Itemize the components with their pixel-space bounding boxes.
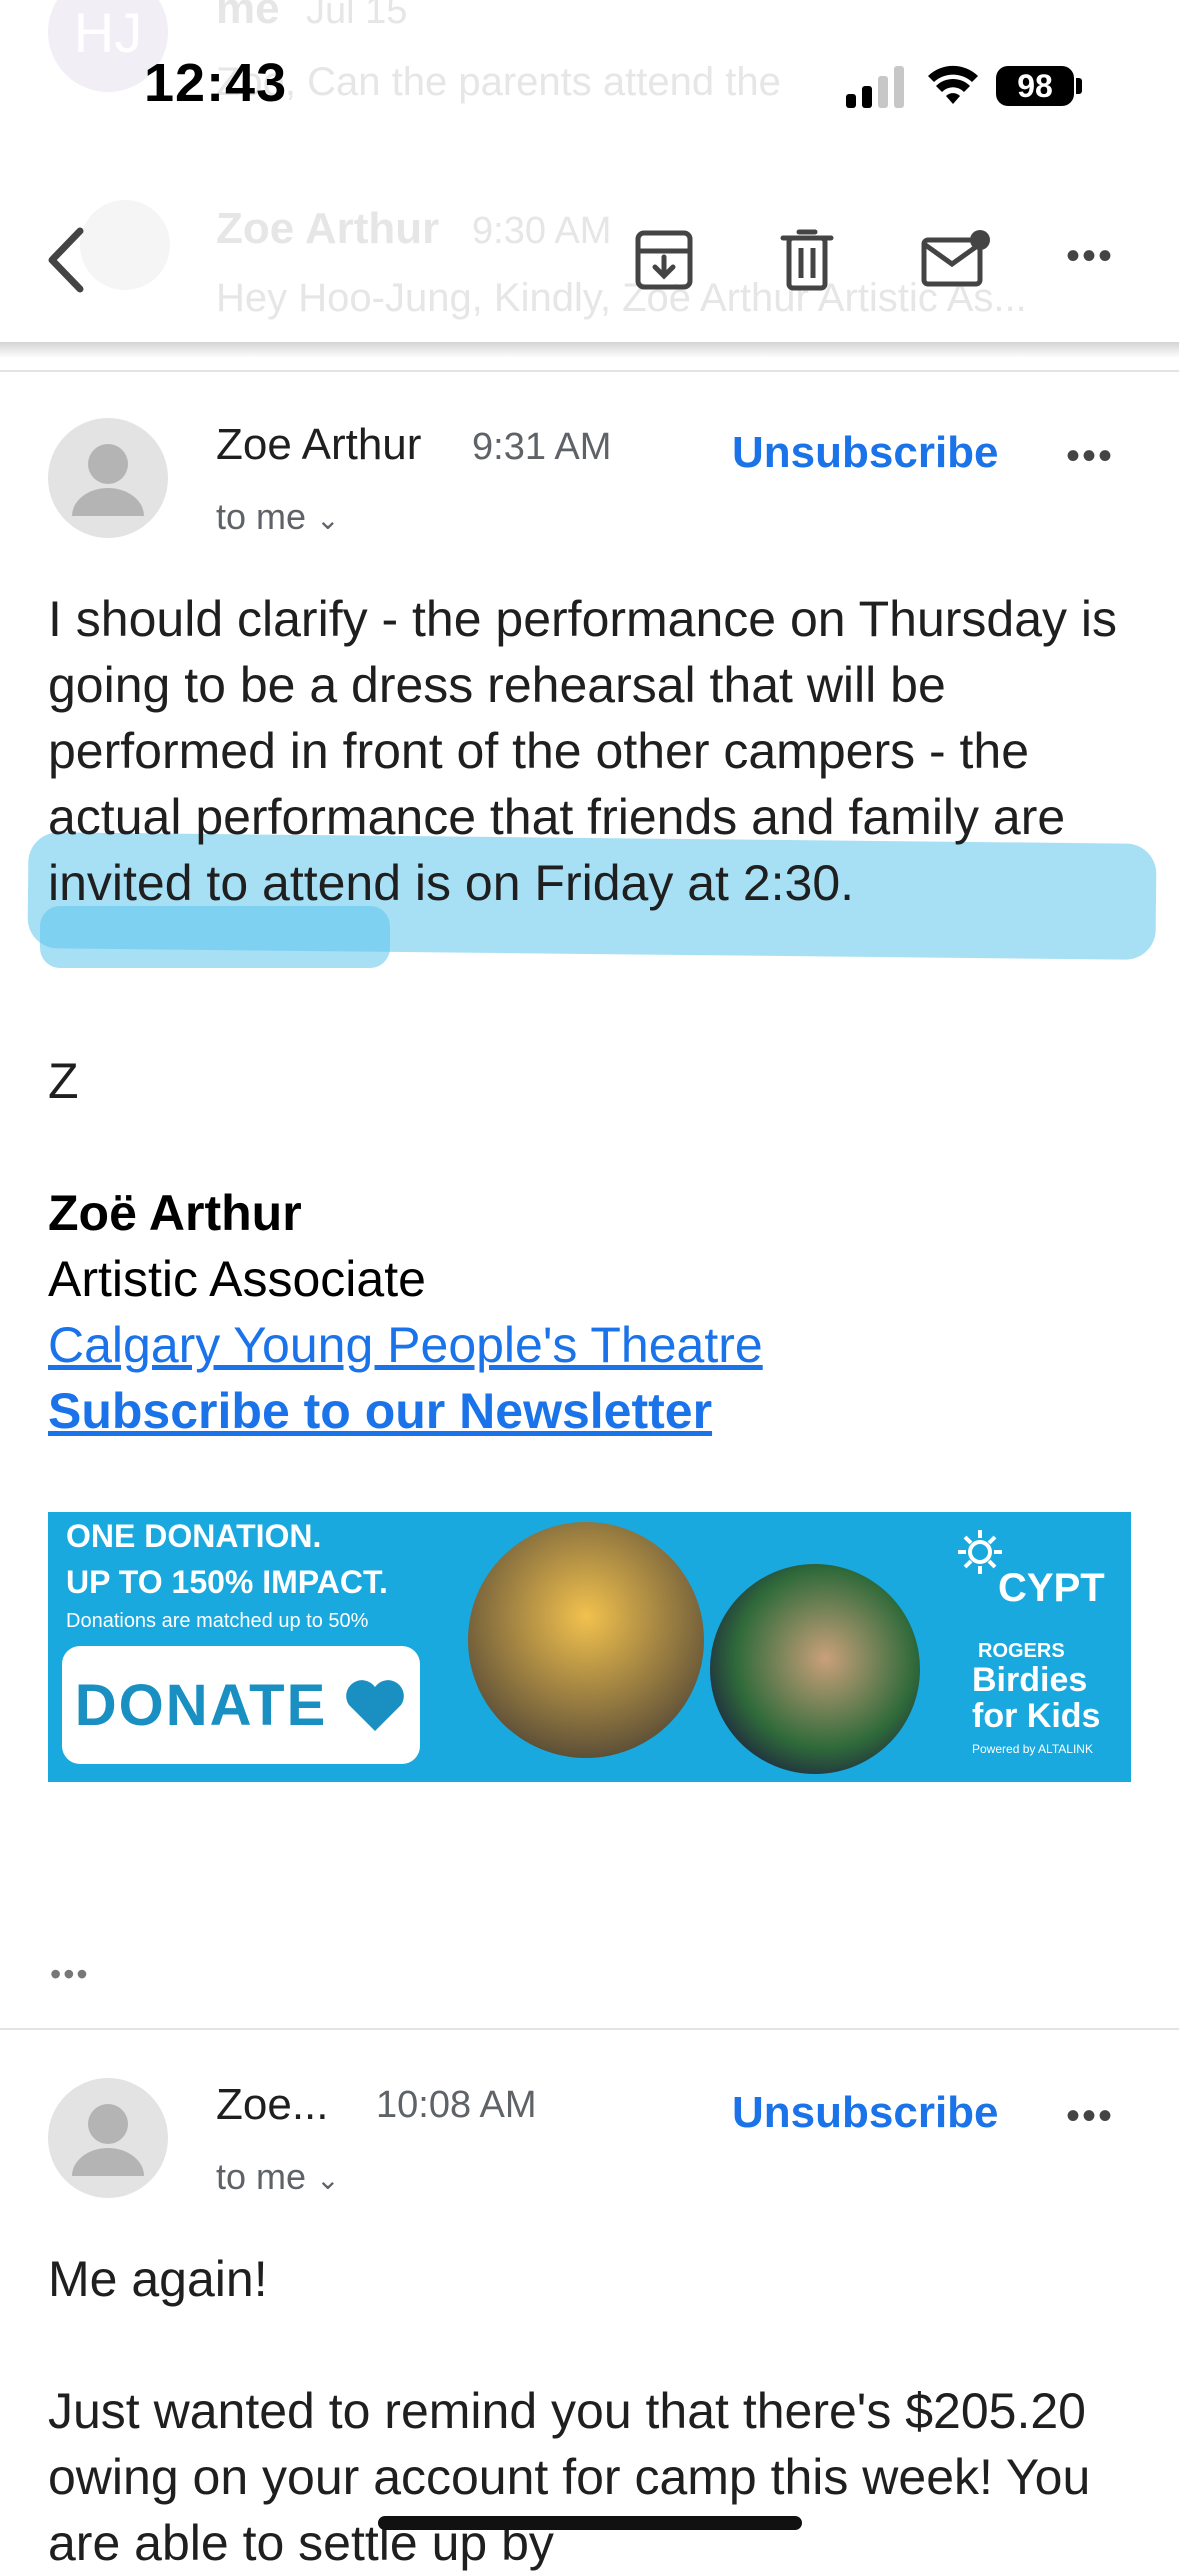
- message-time: 10:08 AM: [376, 2084, 537, 2126]
- donation-banner[interactable]: ONE DONATION. UP TO 150% IMPACT. Donatio…: [48, 1512, 1131, 1782]
- chevron-down-icon: ⌄: [316, 2164, 340, 2195]
- sender-avatar[interactable]: [48, 418, 168, 538]
- message-body: I should clarify - the performance on Th…: [48, 591, 1118, 911]
- battery-indicator: 98: [996, 66, 1074, 106]
- ghost-date: Jul 15: [306, 0, 408, 32]
- sponsor-powered: Powered by ALTALINK: [972, 1742, 1093, 1756]
- home-indicator[interactable]: [378, 2516, 802, 2530]
- newsletter-link[interactable]: Subscribe to our Newsletter: [48, 1378, 712, 1444]
- sender-avatar[interactable]: [48, 2078, 168, 2198]
- cellular-signal-icon: [846, 66, 904, 108]
- signature-name: Zoë Arthur: [48, 1185, 302, 1241]
- wifi-icon: [928, 65, 978, 104]
- toolbar-more-icon[interactable]: •••: [1066, 234, 1114, 279]
- mark-unread-icon[interactable]: [916, 224, 996, 296]
- message-more-icon[interactable]: •••: [1066, 2094, 1114, 2139]
- status-time: 12:43: [144, 53, 288, 113]
- ghost-sender: me: [216, 0, 280, 33]
- ghost-preview-2: Hey Hoo-Jung, Kindly, Zoë Arthur Artisti…: [216, 276, 1027, 320]
- message-more-icon[interactable]: •••: [1066, 434, 1114, 479]
- donate-label: DONATE: [74, 1672, 328, 1738]
- heart-icon: [346, 1680, 405, 1731]
- cypt-logo: CYPT: [958, 1526, 1105, 1610]
- banner-note: Donations are matched up to 50%: [66, 1610, 369, 1632]
- banner-subheadline: UP TO 150% IMPACT.: [66, 1564, 388, 1600]
- ghost-preview: Zoe, Can the parents attend the: [216, 60, 781, 104]
- divider: [0, 370, 1179, 372]
- message-body: Just wanted to remind you that there's $…: [48, 2383, 1091, 2571]
- chevron-down-icon: ⌄: [316, 504, 340, 535]
- toolbar-shadow: [0, 342, 1179, 358]
- archive-icon[interactable]: [630, 224, 698, 296]
- org-link[interactable]: Calgary Young People's Theatre: [48, 1312, 763, 1378]
- ghost-sender-2: Zoe Arthur: [216, 204, 440, 253]
- message-time: 9:31 AM: [472, 426, 612, 468]
- recipient-details[interactable]: to me ⌄: [216, 496, 340, 538]
- trash-icon[interactable]: [774, 224, 840, 296]
- sender-name[interactable]: Zoe...: [216, 2080, 329, 2130]
- signature-title: Artistic Associate: [48, 1251, 426, 1307]
- campers-photo: [468, 1522, 704, 1758]
- unsubscribe-button[interactable]: Unsubscribe: [732, 2088, 999, 2138]
- back-icon[interactable]: [36, 220, 96, 300]
- message-body-greeting: Me again!: [48, 2251, 268, 2307]
- sender-name[interactable]: Zoe Arthur: [216, 420, 421, 470]
- show-trimmed-content-icon[interactable]: •••: [50, 1956, 90, 1993]
- sponsor-birdies: Birdies for Kids: [972, 1661, 1101, 1735]
- sponsor-rogers: ROGERS: [978, 1640, 1065, 1662]
- unsubscribe-button[interactable]: Unsubscribe: [732, 428, 999, 478]
- battery-tip: [1076, 78, 1082, 94]
- donate-button[interactable]: DONATE: [62, 1646, 420, 1764]
- performer-photo: [710, 1564, 920, 1774]
- message-signoff: Z: [48, 1053, 79, 1109]
- ghost-time-2: 9:30 AM: [472, 210, 612, 252]
- banner-headline: ONE DONATION.: [66, 1518, 322, 1554]
- recipient-details[interactable]: to me ⌄: [216, 2156, 340, 2198]
- divider: [0, 2028, 1179, 2030]
